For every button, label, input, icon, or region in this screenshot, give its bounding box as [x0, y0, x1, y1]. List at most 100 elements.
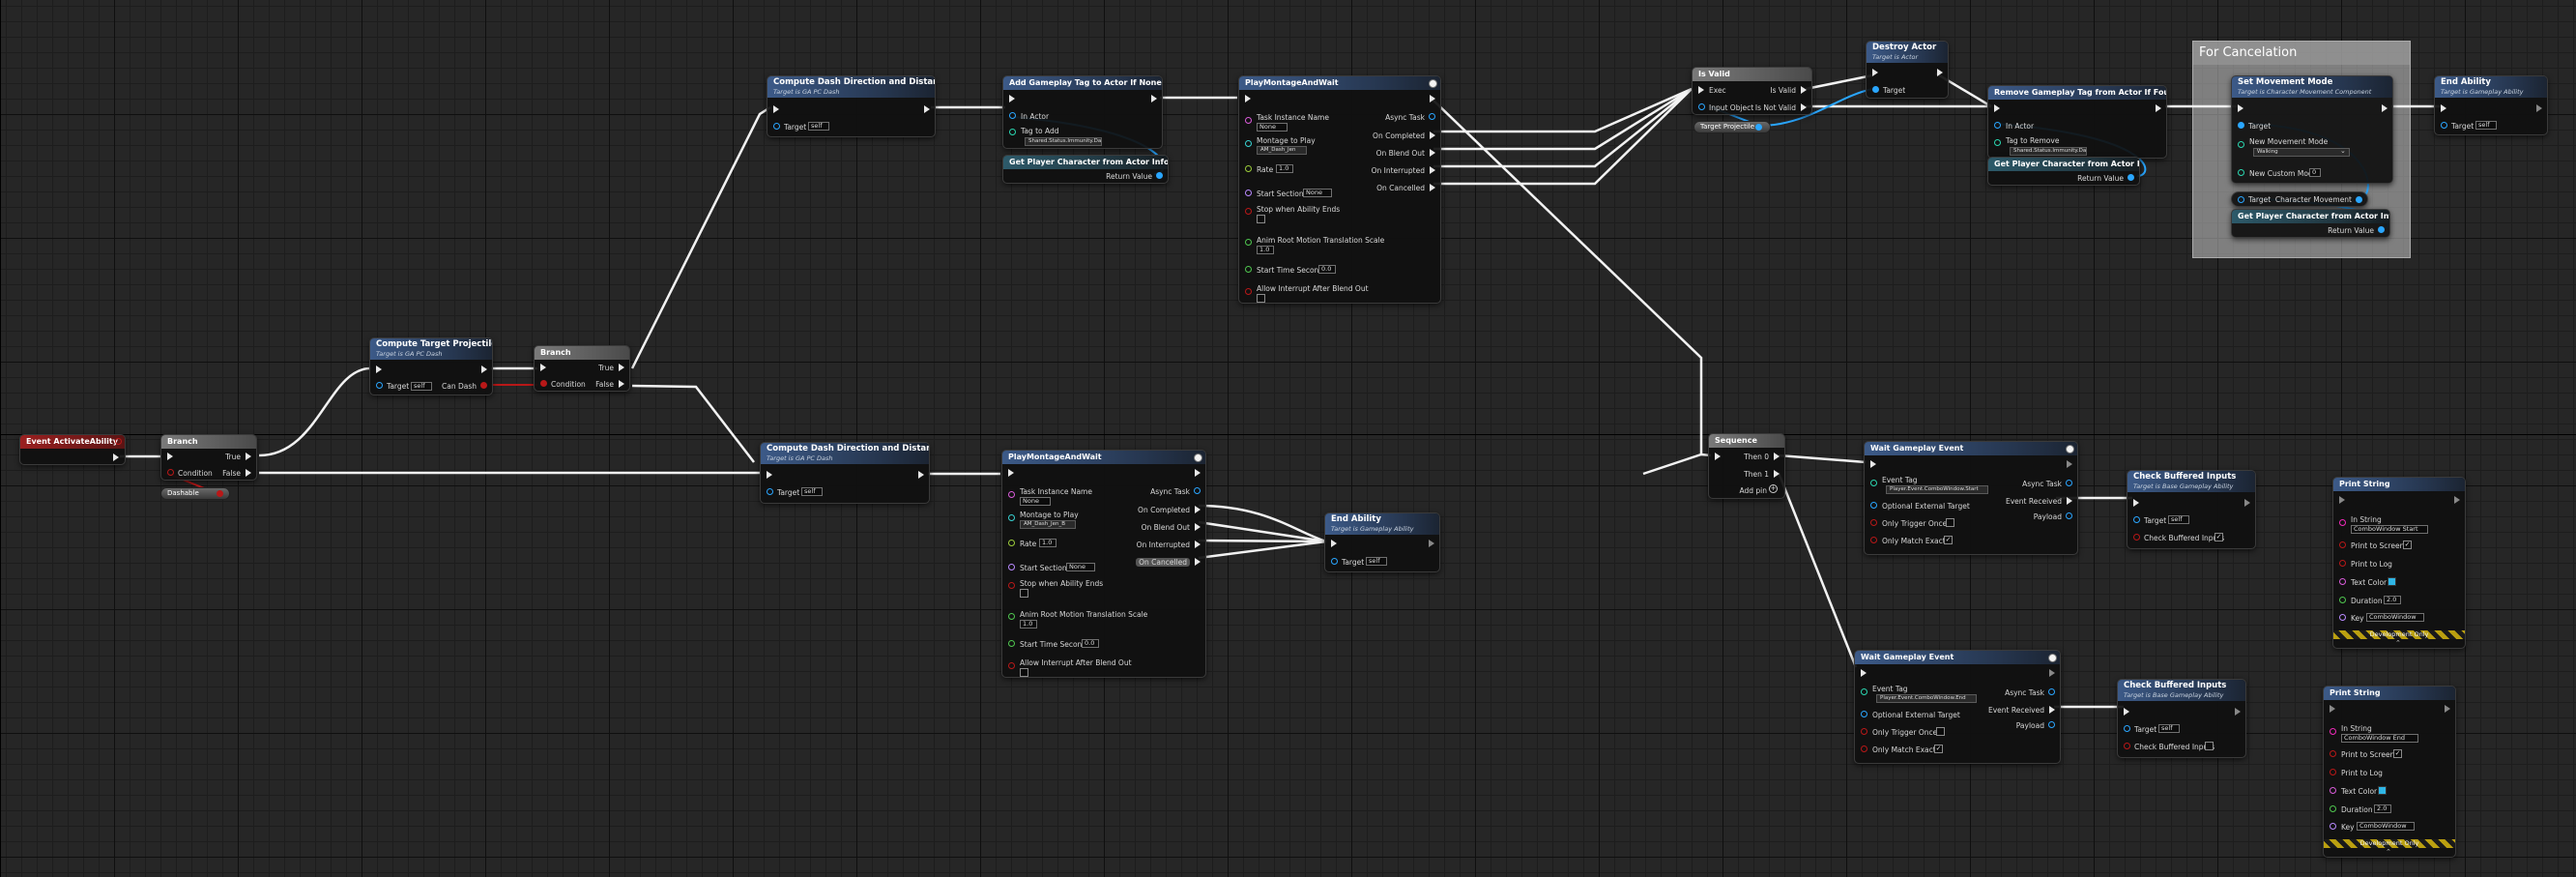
is-valid-node[interactable]: Is Valid Exec Is Valid Input Object Is N… — [1692, 67, 1812, 115]
start-section-pin[interactable] — [1008, 564, 1015, 570]
set-movement-mode-node[interactable]: Set Movement Mode Target is Character Mov… — [2231, 75, 2393, 184]
allow-interrupt-checkbox[interactable] — [1257, 294, 1265, 303]
payload-pin[interactable] — [2066, 512, 2072, 519]
exec-in-pin[interactable] — [1715, 453, 1721, 460]
in-string-field[interactable]: ComboWindow End — [2341, 734, 2418, 743]
new-mode-dropdown[interactable]: Walking — [2253, 148, 2350, 157]
exec-out-pin[interactable] — [1937, 69, 1943, 76]
custom-mode-pin[interactable] — [2238, 169, 2244, 176]
exec-out-pin[interactable] — [2382, 104, 2388, 112]
start-time-pin[interactable] — [1008, 640, 1015, 647]
start-time-pin[interactable] — [1245, 266, 1252, 273]
task-instance-pin[interactable] — [1008, 491, 1015, 498]
stop-checkbox[interactable] — [1020, 589, 1028, 598]
compute-dash-direction-node-top[interactable]: Compute Dash Direction and Distance Targe… — [767, 75, 936, 137]
input-object-pin[interactable] — [1698, 103, 1705, 110]
new-mode-pin[interactable] — [2238, 141, 2244, 148]
optional-target-pin[interactable] — [1861, 711, 1867, 717]
exec-out-pin[interactable] — [2244, 499, 2250, 507]
target-pin[interactable] — [2238, 122, 2244, 129]
target-pin[interactable] — [767, 488, 773, 495]
exec-out-pin[interactable] — [1151, 95, 1157, 102]
add-pin-button[interactable]: Add pin — [1739, 486, 1767, 495]
check-buffered-inputs-node-1[interactable]: Check Buffered Inputs Target is Base Game… — [2127, 470, 2256, 549]
check-buffered-pin[interactable] — [2133, 534, 2140, 541]
exec-out-pin[interactable] — [2445, 705, 2450, 713]
exec-out-pin[interactable] — [1430, 95, 1435, 102]
true-exec-pin[interactable] — [619, 364, 624, 371]
then0-pin[interactable] — [1774, 453, 1780, 460]
text-color-pin[interactable] — [2339, 578, 2346, 585]
exec-in-pin[interactable] — [376, 365, 382, 373]
exec-in-pin[interactable] — [1872, 69, 1878, 76]
exact-checkbox[interactable]: ✓ — [1934, 745, 1943, 753]
event-tag-dropdown[interactable]: Player.Event.ComboWindow.Start — [1886, 485, 1988, 494]
event-tag-dropdown[interactable]: Player.Event.ComboWindow.End — [1876, 694, 1977, 703]
duration-field[interactable]: 2.0 — [2384, 596, 2401, 604]
target-pin[interactable] — [2238, 196, 2244, 203]
exact-checkbox[interactable]: ✓ — [1944, 536, 1953, 544]
tag-to-add-dropdown[interactable]: Shared.Status.Immunity.Dash — [1025, 137, 1102, 146]
task-instance-field[interactable]: None — [1257, 123, 1288, 132]
wait-gameplay-event-node-1[interactable]: Wait Gameplay Event Event Tag Player.Eve… — [1864, 441, 2078, 555]
branch-node-2[interactable]: Branch True Condition False — [534, 345, 630, 392]
character-movement-pin[interactable] — [2356, 196, 2362, 203]
trigger-once-checkbox[interactable] — [1936, 727, 1945, 736]
end-ability-node-top[interactable]: End Ability Target is Gameplay Ability Ta… — [2434, 75, 2548, 135]
print-screen-pin[interactable] — [2330, 750, 2336, 757]
on-interrupted-pin[interactable] — [1195, 541, 1201, 548]
target-pin[interactable] — [1872, 86, 1879, 93]
trigger-once-checkbox[interactable] — [1946, 518, 1954, 527]
expand-arrow-icon[interactable]: ⌃ — [2386, 848, 2391, 856]
on-completed-pin[interactable] — [1195, 506, 1201, 513]
false-exec-pin[interactable] — [619, 380, 624, 388]
sequence-node[interactable]: Sequence Then 0 Then 1 Add pin + — [1708, 433, 1785, 499]
check-buffered-checkbox[interactable]: ✓ — [2214, 533, 2223, 541]
target-self-field[interactable]: self — [1366, 557, 1387, 566]
target-self-field[interactable]: self — [2158, 724, 2180, 733]
play-montage-node-bottom[interactable]: PlayMontageAndWait Async Task Task Insta… — [1001, 450, 1206, 678]
exec-in-pin[interactable] — [1009, 95, 1015, 102]
delegate-pin[interactable] — [115, 438, 122, 445]
tag-to-remove-dropdown[interactable]: Shared.Status.Immunity.Dash — [2010, 147, 2087, 156]
key-field[interactable]: ComboWindow — [2366, 613, 2424, 622]
condition-pin[interactable] — [540, 380, 547, 387]
expand-arrow-icon[interactable]: ⌃ — [2395, 639, 2401, 647]
destroy-actor-node[interactable]: Destroy Actor Target is Actor Target — [1866, 41, 1949, 99]
payload-pin[interactable] — [2048, 721, 2055, 728]
target-pin[interactable] — [1331, 558, 1338, 565]
start-section-field[interactable]: None — [1303, 189, 1332, 197]
target-projectile-out-pin[interactable] — [1755, 124, 1762, 131]
character-movement-node[interactable]: Target Character Movement — [2231, 191, 2368, 207]
print-log-pin[interactable] — [2339, 560, 2346, 567]
stop-pin[interactable] — [1245, 208, 1252, 215]
montage-pin[interactable] — [1008, 514, 1015, 521]
exec-out-pin[interactable] — [1195, 469, 1201, 477]
is-valid-exec-pin[interactable] — [1801, 86, 1807, 94]
exec-out-pin[interactable] — [1429, 540, 1434, 547]
exec-out-pin[interactable] — [113, 453, 119, 461]
exec-out-pin[interactable] — [2454, 496, 2460, 504]
target-pin[interactable] — [2124, 725, 2130, 732]
get-player-character-node-2[interactable]: Get Player Character from Actor Info Ret… — [1987, 157, 2140, 186]
async-task-pin[interactable] — [2066, 480, 2072, 486]
trigger-once-pin[interactable] — [1870, 519, 1877, 526]
trigger-once-pin[interactable] — [1861, 728, 1867, 735]
exec-in-pin[interactable] — [1331, 540, 1337, 547]
exec-in-pin[interactable] — [2441, 104, 2446, 112]
get-player-character-node-1[interactable]: Get Player Character from Actor Info Ret… — [1002, 155, 1169, 184]
exec-in-pin[interactable] — [773, 105, 779, 113]
play-montage-node-top[interactable]: PlayMontageAndWait Async Task Task Insta… — [1238, 75, 1441, 304]
key-pin[interactable] — [2339, 614, 2346, 621]
event-tag-pin[interactable] — [1870, 480, 1877, 486]
return-value-pin[interactable] — [1156, 172, 1163, 179]
target-self-field[interactable]: self — [801, 487, 823, 496]
plus-icon[interactable]: + — [1769, 484, 1778, 493]
in-actor-pin[interactable] — [1009, 112, 1016, 119]
exec-in-pin[interactable] — [540, 364, 546, 371]
key-pin[interactable] — [2330, 823, 2336, 830]
stop-checkbox[interactable] — [1257, 215, 1265, 223]
start-time-field[interactable]: 0.0 — [1318, 265, 1336, 274]
on-interrupted-pin[interactable] — [1430, 166, 1435, 174]
event-activate-ability-node[interactable]: Event ActivateAbility — [19, 434, 126, 465]
